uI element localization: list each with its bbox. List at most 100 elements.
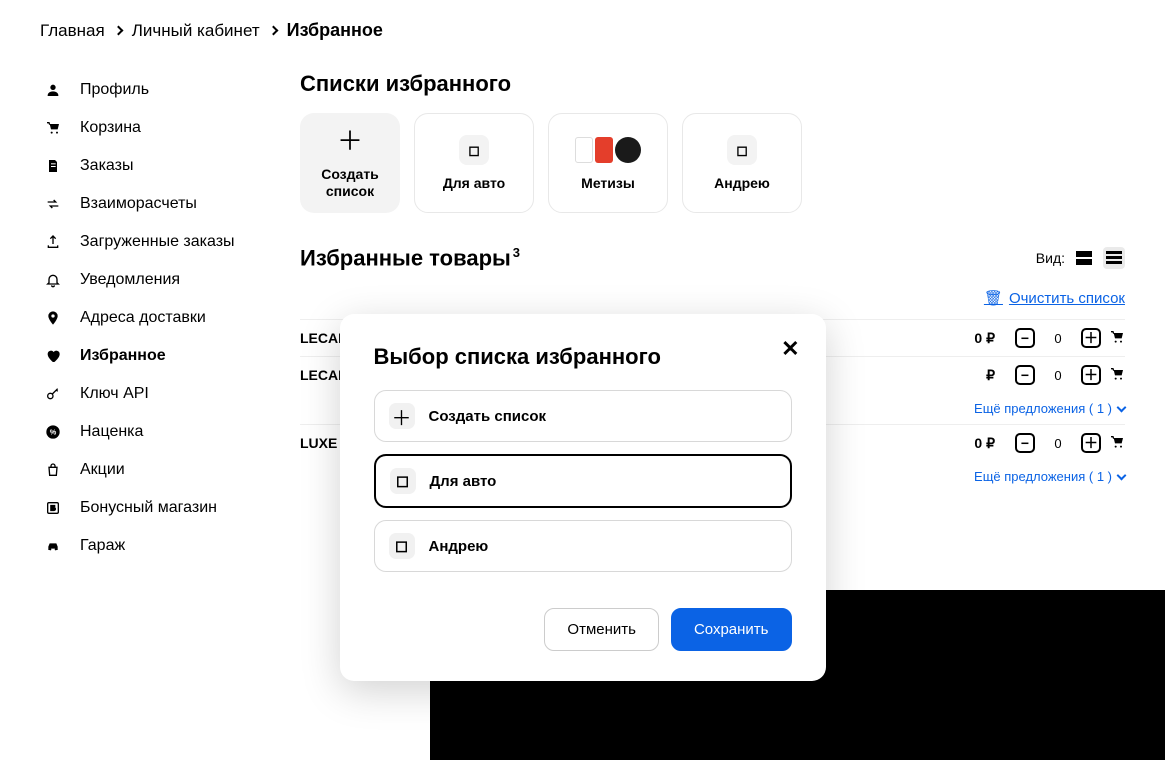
- sidebar-item-heart[interactable]: Избранное: [40, 337, 270, 375]
- chevron-down-icon: [1117, 470, 1127, 480]
- products-count: 3: [513, 245, 520, 260]
- sidebar-item-label: Акции: [80, 461, 125, 479]
- qty-stepper: − 0 ＋: [1015, 328, 1101, 348]
- clear-list-label: Очистить список: [1009, 290, 1125, 307]
- product-price: 0 ₽: [935, 435, 995, 452]
- plus-icon: ＋: [389, 403, 415, 429]
- breadcrumb-home[interactable]: Главная: [40, 21, 105, 41]
- list-icon: [1106, 251, 1122, 265]
- favlist-name: Для авто: [443, 175, 505, 191]
- box-icon: ◻: [390, 468, 416, 494]
- sidebar-item-key[interactable]: Ключ API: [40, 375, 270, 413]
- qty-plus-button[interactable]: ＋: [1081, 328, 1101, 348]
- metiz-thumbnail-icon: [578, 135, 638, 165]
- sidebar-item-percent[interactable]: % Наценка: [40, 413, 270, 451]
- svg-text:Б: Б: [50, 504, 55, 513]
- sidebar-item-upload[interactable]: Загруженные заказы: [40, 223, 270, 261]
- qty-minus-button[interactable]: −: [1015, 365, 1035, 385]
- box-icon: ◻: [459, 135, 489, 165]
- cart-icon[interactable]: [1109, 434, 1125, 453]
- view-label: Вид:: [1036, 250, 1065, 266]
- sidebar-item-bag[interactable]: Акции: [40, 451, 270, 489]
- sidebar-item-cart[interactable]: Корзина: [40, 109, 270, 147]
- car-icon: [44, 537, 62, 555]
- modal-list: ＋ Создать список ◻ Для авто ◻ Андрею: [374, 390, 792, 572]
- sidebar-item-doc[interactable]: Заказы: [40, 147, 270, 185]
- trash-icon: 🗑: [984, 289, 1003, 307]
- chevron-right-icon: [113, 26, 123, 36]
- view-list-button[interactable]: [1103, 247, 1125, 269]
- qty-value: 0: [1039, 331, 1077, 346]
- upload-icon: [44, 233, 62, 251]
- sidebar-item-car[interactable]: Гараж: [40, 527, 270, 565]
- pin-icon: [44, 309, 62, 327]
- modal-create-option[interactable]: ＋ Создать список: [374, 390, 792, 442]
- plus-icon: ＋: [335, 126, 365, 156]
- modal-list-option[interactable]: ◻ Андрею: [374, 520, 792, 572]
- breadcrumb: Главная Личный кабинет Избранное: [40, 20, 1125, 41]
- sidebar-item-label: Гараж: [80, 537, 125, 555]
- favlist-card[interactable]: ◻ Для авто: [414, 113, 534, 213]
- grid-icon: [1076, 251, 1092, 265]
- qty-value: 0: [1039, 368, 1077, 383]
- heart-icon: [44, 347, 62, 365]
- sidebar-item-label: Профиль: [80, 81, 149, 99]
- modal-option-label: Для авто: [430, 473, 497, 490]
- favlist-name: Андрею: [714, 175, 770, 191]
- bonus-icon: Б: [44, 499, 62, 517]
- modal-actions: Отменить Сохранить: [374, 608, 792, 651]
- percent-icon: %: [44, 423, 62, 441]
- create-list-label: Создать список: [300, 166, 400, 200]
- breadcrumb-current: Избранное: [287, 20, 383, 41]
- more-offers-label: Ещё предложения ( 1 ): [974, 401, 1112, 416]
- modal-title: Выбор списка избранного: [374, 344, 792, 370]
- sidebar-item-label: Наценка: [80, 423, 143, 441]
- person-icon: [44, 81, 62, 99]
- sidebar-item-swap[interactable]: Взаиморасчеты: [40, 185, 270, 223]
- box-icon: ◻: [389, 533, 415, 559]
- product-price: 0 ₽: [935, 330, 995, 347]
- sidebar-item-person[interactable]: Профиль: [40, 71, 270, 109]
- bag-icon: [44, 461, 62, 479]
- qty-minus-button[interactable]: −: [1015, 433, 1035, 453]
- products-title: Избранные товары3: [300, 245, 520, 271]
- sidebar-item-label: Бонусный магазин: [80, 499, 217, 517]
- cart-icon[interactable]: [1109, 366, 1125, 385]
- favlist-card[interactable]: ◻ Андрею: [682, 113, 802, 213]
- sidebar-item-label: Ключ API: [80, 385, 149, 403]
- sidebar-item-label: Уведомления: [80, 271, 180, 289]
- swap-icon: [44, 195, 62, 213]
- create-list-card[interactable]: ＋ Создать список: [300, 113, 400, 213]
- cancel-button[interactable]: Отменить: [544, 608, 659, 651]
- qty-plus-button[interactable]: ＋: [1081, 433, 1101, 453]
- box-icon: ◻: [727, 135, 757, 165]
- sidebar-item-bell[interactable]: Уведомления: [40, 261, 270, 299]
- doc-icon: [44, 157, 62, 175]
- save-button[interactable]: Сохранить: [671, 608, 792, 651]
- favlist-card[interactable]: Метизы: [548, 113, 668, 213]
- qty-value: 0: [1039, 436, 1077, 451]
- sidebar-item-label: Избранное: [80, 347, 166, 365]
- sidebar: Профиль КорзинаЗаказыВзаиморасчетыЗагруже…: [40, 71, 270, 565]
- svg-text:%: %: [50, 428, 57, 437]
- key-icon: [44, 385, 62, 403]
- favlist-modal: ✕ Выбор списка избранного ＋ Создать спис…: [340, 314, 826, 681]
- modal-create-label: Создать список: [429, 408, 547, 425]
- breadcrumb-account[interactable]: Личный кабинет: [132, 21, 260, 41]
- chevron-right-icon: [268, 26, 278, 36]
- chevron-down-icon: [1117, 402, 1127, 412]
- qty-plus-button[interactable]: ＋: [1081, 365, 1101, 385]
- modal-list-option[interactable]: ◻ Для авто: [374, 454, 792, 508]
- view-grid-button[interactable]: [1073, 247, 1095, 269]
- view-toggle: Вид:: [1036, 247, 1125, 269]
- qty-stepper: − 0 ＋: [1015, 365, 1101, 385]
- sidebar-item-bonus[interactable]: Б Бонусный магазин: [40, 489, 270, 527]
- modal-option-label: Андрею: [429, 538, 489, 555]
- clear-list-link[interactable]: 🗑 Очистить список: [984, 289, 1125, 307]
- qty-minus-button[interactable]: −: [1015, 328, 1035, 348]
- sidebar-item-pin[interactable]: Адреса доставки: [40, 299, 270, 337]
- qty-stepper: − 0 ＋: [1015, 433, 1101, 453]
- cart-icon[interactable]: [1109, 329, 1125, 348]
- product-price: ₽: [935, 367, 995, 384]
- close-button[interactable]: ✕: [781, 338, 799, 360]
